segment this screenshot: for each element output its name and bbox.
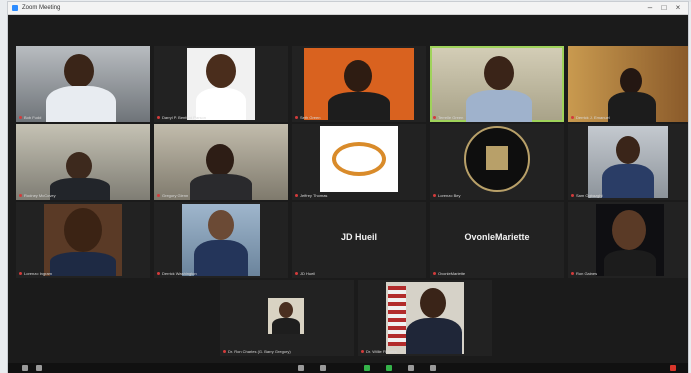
- participant-head: [208, 210, 234, 240]
- minimize-button[interactable]: –: [644, 3, 656, 13]
- participant-shirt: [50, 252, 116, 276]
- zoom-logo-icon: [12, 5, 18, 11]
- participant-tile[interactable]: Lorenzo Ingram: [16, 202, 150, 278]
- reactions-icon[interactable]: [430, 365, 436, 371]
- swoosh-logo-icon: [332, 142, 386, 176]
- active-speaker-tile[interactable]: Terrelle Green: [430, 46, 564, 122]
- seal-emblem-icon: [486, 146, 508, 170]
- muted-mic-icon: [295, 116, 298, 120]
- participant-tile[interactable]: Sam Ogbazghi: [568, 124, 688, 200]
- participant-name: Ron Gaines: [571, 271, 597, 277]
- participant-tile[interactable]: Ron Gaines: [568, 202, 688, 278]
- participant-shirt: [608, 92, 656, 122]
- participant-shirt: [406, 318, 462, 354]
- participant-head: [206, 144, 234, 176]
- participant-head: [206, 54, 236, 88]
- participant-head: [66, 152, 92, 180]
- participants-icon[interactable]: [320, 365, 326, 371]
- participant-name: Rodney McCovey: [19, 193, 56, 199]
- maximize-button[interactable]: □: [658, 3, 670, 13]
- participant-tile[interactable]: Lorenzo Bey: [430, 124, 564, 200]
- share-screen-icon[interactable]: [386, 365, 392, 371]
- muted-mic-icon: [571, 116, 574, 120]
- participant-tile[interactable]: Derrick J. Emanuel: [568, 46, 688, 122]
- participant-display-name: JD Hueil: [340, 232, 377, 242]
- window-title: Zoom Meeting: [22, 5, 61, 11]
- title-bar: Zoom Meeting – □ ×: [8, 2, 688, 15]
- participant-shirt: [50, 178, 110, 200]
- participant-head: [484, 56, 514, 90]
- participant-name: OvonleMariette: [433, 271, 465, 277]
- muted-mic-icon: [361, 350, 364, 354]
- participant-name: Gregory Glenn: [157, 193, 188, 199]
- close-button[interactable]: ×: [672, 3, 684, 13]
- participant-head: [279, 302, 293, 318]
- participant-head: [616, 136, 640, 164]
- participant-shirt: [194, 240, 248, 276]
- participant-shirt: [190, 174, 252, 200]
- participant-name: Dr. Ron Charles (G. Barry Gregory): [223, 349, 291, 355]
- participant-name: Seth Green: [295, 115, 320, 121]
- participant-tile[interactable]: OvonleMariette OvonleMariette: [430, 202, 564, 278]
- participant-head: [344, 60, 372, 92]
- muted-mic-icon: [19, 116, 22, 120]
- participant-tile[interactable]: Bob Fudd: [16, 46, 150, 122]
- muted-mic-icon: [157, 116, 160, 120]
- participant-name: Terrelle Green: [433, 115, 463, 121]
- participant-head: [64, 208, 102, 252]
- participant-tile[interactable]: Gregory Glenn: [154, 124, 288, 200]
- meeting-toolbar: [8, 363, 688, 373]
- muted-mic-icon: [157, 194, 160, 198]
- participant-name: Bob Fudd: [19, 115, 41, 121]
- participant-head: [64, 54, 94, 88]
- unmute-icon[interactable]: [22, 365, 28, 371]
- muted-mic-icon: [223, 350, 226, 354]
- participant-name: Derrick J. Emanuel: [571, 115, 610, 121]
- participant-shirt: [604, 250, 656, 276]
- participant-tile[interactable]: Darryl P. Benford Parson: [154, 46, 288, 122]
- participant-tile[interactable]: Rodney McCovey: [16, 124, 150, 200]
- participant-shirt: [328, 92, 390, 120]
- muted-mic-icon: [295, 194, 298, 198]
- muted-mic-icon: [433, 194, 436, 198]
- participant-head: [420, 288, 446, 318]
- participant-tile[interactable]: Seth Green: [292, 46, 426, 122]
- muted-mic-icon: [433, 116, 436, 120]
- participant-name: Darryl P. Benford Parson: [157, 115, 206, 121]
- participant-shirt: [272, 318, 300, 334]
- flag-icon: [388, 286, 406, 346]
- participant-shirt: [46, 86, 116, 122]
- participant-name: Dr. Willie Flowers: [361, 349, 397, 355]
- security-icon[interactable]: [298, 365, 304, 371]
- end-meeting-icon[interactable]: [670, 365, 676, 371]
- participant-tile[interactable]: Dr. Ron Charles (G. Barry Gregory): [220, 280, 354, 356]
- record-icon[interactable]: [408, 365, 414, 371]
- zoom-window: Zoom Meeting – □ × Bob Fudd Darryl P. Be…: [8, 2, 688, 373]
- participant-display-name: OvonleMariette: [464, 232, 530, 242]
- participant-tile[interactable]: Dr. Willie Flowers: [358, 280, 492, 356]
- participant-tile[interactable]: Jeffrey Thomas: [292, 124, 426, 200]
- participant-shirt: [602, 164, 654, 198]
- participant-name: Derrick Washington: [157, 271, 197, 277]
- muted-mic-icon: [19, 272, 22, 276]
- muted-mic-icon: [295, 272, 298, 276]
- participant-name: Lorenzo Ingram: [19, 271, 52, 277]
- muted-mic-icon: [157, 272, 160, 276]
- muted-mic-icon: [433, 272, 436, 276]
- participant-shirt: [466, 90, 532, 122]
- participant-name: JD Hueil: [295, 271, 315, 277]
- video-icon[interactable]: [36, 365, 42, 371]
- participant-name: Lorenzo Bey: [433, 193, 460, 199]
- chat-icon[interactable]: [364, 365, 370, 371]
- participant-name: Sam Ogbazghi: [571, 193, 602, 199]
- muted-mic-icon: [571, 194, 574, 198]
- participant-head: [612, 210, 646, 250]
- participant-tile[interactable]: JD Hueil JD Hueil: [292, 202, 426, 278]
- participant-name: Jeffrey Thomas: [295, 193, 327, 199]
- muted-mic-icon: [571, 272, 574, 276]
- participant-head: [620, 68, 642, 94]
- muted-mic-icon: [19, 194, 22, 198]
- participant-tile[interactable]: Derrick Washington: [154, 202, 288, 278]
